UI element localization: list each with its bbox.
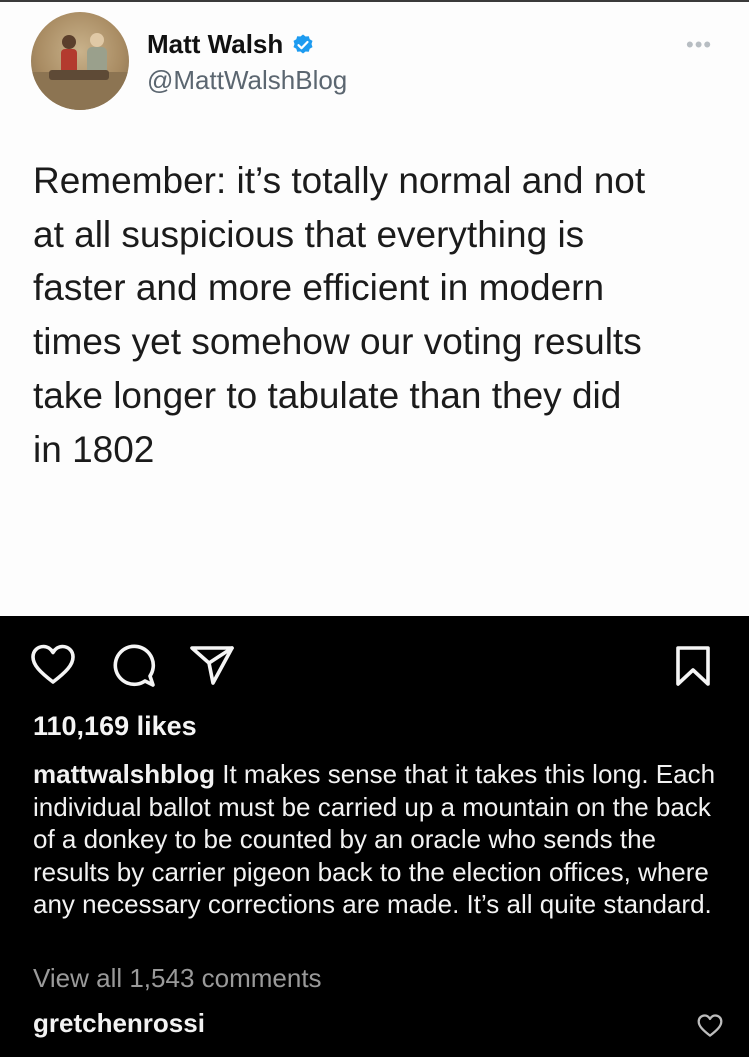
heart-icon[interactable] [30, 644, 76, 686]
author-display-name[interactable]: Matt Walsh [147, 29, 283, 60]
comment-emojis: 😂😂😂😂 [214, 1006, 356, 1040]
post-action-bar [0, 640, 749, 688]
bookmark-icon[interactable] [674, 645, 712, 687]
view-all-comments-link[interactable]: View all 1,543 comments [33, 963, 322, 994]
send-icon[interactable] [189, 643, 235, 687]
like-count[interactable]: 110,169 likes [33, 711, 197, 742]
tweet-text: Remember: it’s totally normal and not at… [33, 160, 646, 470]
comment-row: gretchenrossi 😂😂😂😂 [33, 1008, 357, 1039]
avatar[interactable] [31, 12, 129, 110]
more-options-icon[interactable]: ••• [686, 32, 712, 58]
author-handle[interactable]: @MattWalshBlog [147, 65, 347, 96]
tweet-author[interactable]: Matt Walsh [147, 29, 315, 60]
comment-username[interactable]: gretchenrossi [33, 1008, 205, 1039]
post-caption: mattwalshblog It makes sense that it tak… [33, 758, 723, 921]
comment-like-icon[interactable] [697, 1014, 723, 1038]
caption-username[interactable]: mattwalshblog [33, 759, 215, 789]
comment-bubble-icon[interactable] [111, 643, 157, 689]
verified-badge-icon [293, 34, 313, 53]
embedded-tweet: Matt Walsh @MattWalshBlog ••• Remember: … [0, 0, 749, 616]
